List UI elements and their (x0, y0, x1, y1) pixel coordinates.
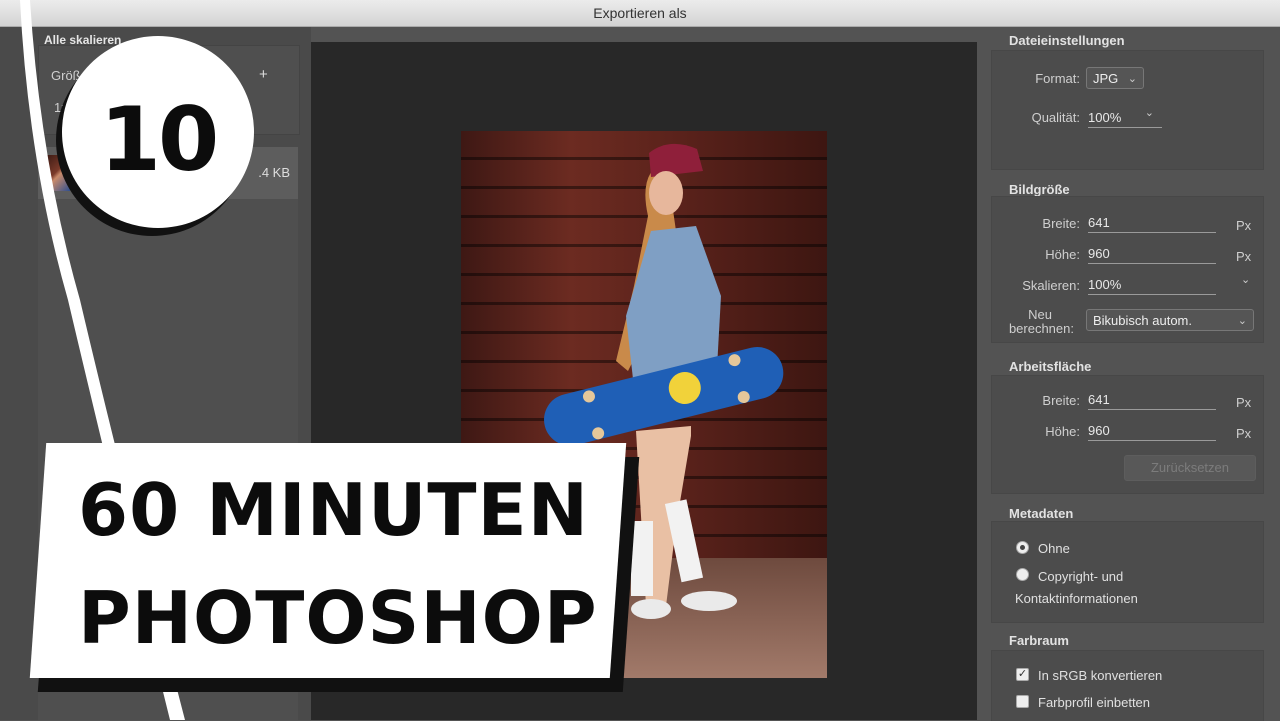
resample-label-line1: Neu (1028, 307, 1052, 322)
quality-label: Qualität: (1031, 110, 1080, 125)
color-space-title: Farbraum (1009, 633, 1069, 648)
canvas-width-label: Breite: (1042, 393, 1080, 408)
asset-file-size: .4 KB (258, 165, 290, 180)
left-sock (631, 521, 653, 596)
convert-srgb-label: In sRGB konvertieren (1038, 668, 1163, 683)
canvas-height-input[interactable]: 960 (1088, 423, 1216, 441)
cap-shape (649, 143, 703, 177)
canvas-height-label: Höhe: (1045, 424, 1080, 439)
chevron-down-icon[interactable]: ⌄ (1241, 273, 1250, 286)
width-input[interactable]: 641 (1088, 215, 1216, 233)
right-shoe (681, 591, 737, 611)
banner-line-2: PHOTOSHOP (78, 576, 598, 660)
height-input[interactable]: 960 (1088, 246, 1216, 264)
width-label: Breite: (1042, 216, 1080, 231)
canvas-title: Arbeitsfläche (1009, 359, 1092, 374)
metadata-title: Metadaten (1009, 506, 1074, 521)
height-label: Höhe: (1045, 247, 1080, 262)
file-settings-title: Dateieinstellungen (1009, 33, 1125, 48)
scale-label: Skalieren: (1022, 278, 1080, 293)
window-title: Exportieren als (593, 5, 687, 21)
add-scale-button[interactable]: + (259, 66, 268, 83)
metadata-box (991, 521, 1264, 623)
metadata-copyright-radio[interactable] (1016, 568, 1029, 581)
chevron-down-icon: ⌄ (1237, 315, 1247, 327)
format-value: JPG (1093, 71, 1119, 86)
episode-number-badge: 10 (62, 36, 254, 228)
resample-label-line2: berechnen: (1008, 321, 1074, 336)
resample-dropdown[interactable]: Bikubisch autom. ⌄ (1086, 309, 1254, 331)
metadata-none-radio[interactable] (1016, 541, 1029, 554)
scale-input[interactable]: 100% (1088, 277, 1216, 295)
canvas-height-unit: Px (1236, 426, 1252, 441)
chevron-down-icon: ⌄ (1144, 107, 1154, 119)
reset-button[interactable]: Zurücksetzen (1124, 455, 1256, 481)
face-shape (649, 171, 683, 215)
metadata-none-label: Ohne (1038, 541, 1070, 556)
canvas-width-input[interactable]: 641 (1088, 392, 1216, 410)
height-unit: Px (1236, 249, 1252, 264)
format-label: Format: (1035, 71, 1080, 86)
image-size-title: Bildgröße (1009, 182, 1070, 197)
quality-field[interactable]: 100% ⌄ (1088, 107, 1162, 128)
color-space-box (991, 650, 1264, 721)
episode-number: 10 (99, 88, 219, 191)
metadata-copyright-label-line2: Kontaktinformationen (1015, 591, 1138, 606)
metadata-copyright-label-line1: Copyright- und (1038, 569, 1124, 584)
embed-profile-label: Farbprofil einbetten (1038, 695, 1151, 710)
width-unit: Px (1236, 218, 1252, 233)
chevron-down-icon: ⌄ (1127, 73, 1137, 85)
resample-value: Bikubisch autom. (1093, 313, 1192, 328)
quality-value: 100% (1088, 110, 1122, 125)
convert-srgb-checkbox[interactable]: ✓ (1016, 668, 1029, 681)
banner-line-1: 60 MINUTEN (78, 468, 589, 552)
format-dropdown[interactable]: JPG ⌄ (1086, 67, 1144, 89)
left-shoe (631, 599, 671, 619)
embed-profile-checkbox[interactable] (1016, 695, 1029, 708)
canvas-width-unit: Px (1236, 395, 1252, 410)
